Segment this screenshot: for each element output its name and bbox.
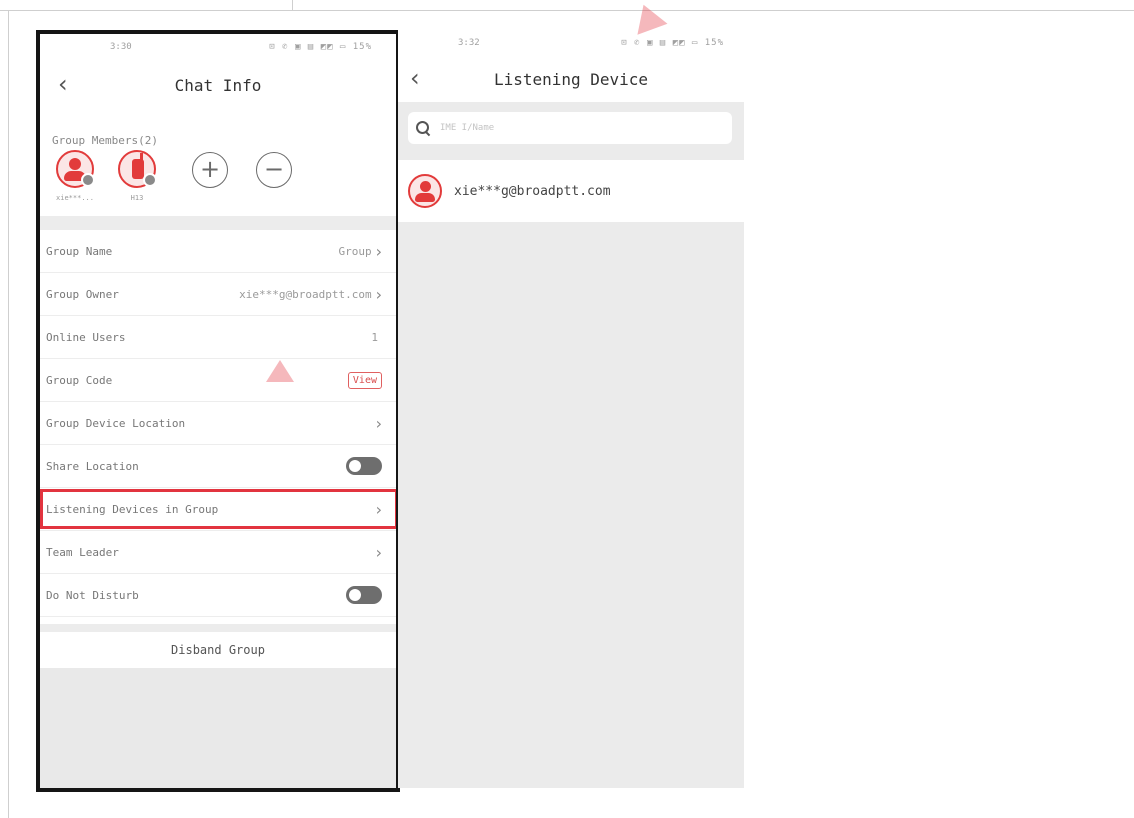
row-label: Group Code [46, 373, 113, 387]
section-divider [40, 216, 396, 230]
row-label: Team Leader [46, 545, 119, 559]
member-avatar-user[interactable]: xie***... [50, 150, 100, 216]
list-item[interactable]: xie***g@broadptt.com [398, 160, 744, 222]
group-members-label: Group Members(2) [52, 134, 158, 147]
presence-dot [81, 173, 95, 187]
document-column-divider [292, 0, 293, 10]
remove-member-button[interactable]: − [256, 152, 292, 188]
member-name: xie***... [56, 194, 94, 202]
status-time: 3:32 [458, 38, 480, 48]
row-label: Group Owner [46, 287, 119, 301]
row-online-users: Online Users 1 [40, 316, 396, 359]
row-label: Do Not Disturb [46, 588, 139, 602]
presence-dot [143, 173, 157, 187]
row-label: Group Name [46, 244, 113, 258]
document-left-rule [8, 10, 9, 818]
chevron-right-icon: › [375, 499, 382, 519]
search-placeholder: IME I/Name [440, 123, 495, 133]
row-label: Group Device Location [46, 416, 186, 430]
row-listening-devices[interactable]: Listening Devices in Group › [40, 488, 396, 531]
settings-list: Group Name Group › Group Owner xie***g@b… [40, 230, 396, 617]
do-not-disturb-toggle[interactable] [346, 586, 382, 604]
member-avatar-radio[interactable]: H13 [112, 150, 162, 216]
view-code-button[interactable]: View [347, 371, 382, 389]
nav-bar: ‹ Chat Info [40, 68, 396, 104]
row-value: 1 [371, 330, 378, 344]
chevron-right-icon: › [375, 542, 382, 562]
radio-device-icon [118, 150, 157, 188]
chevron-right-icon: › [375, 284, 382, 304]
row-group-device-location[interactable]: Group Device Location › [40, 402, 396, 445]
row-group-owner[interactable]: Group Owner xie***g@broadptt.com › [40, 273, 396, 316]
listening-device-screen: 3:32 ⊡ ✆ ▣ ▤ ◩◩ ▭ 15% ‹ Listening Device… [398, 30, 744, 788]
row-label: Listening Devices in Group [46, 502, 219, 516]
chevron-right-icon: › [375, 241, 382, 261]
share-location-toggle[interactable] [346, 457, 382, 475]
section-divider [40, 624, 396, 632]
row-group-name[interactable]: Group Name Group › [40, 230, 396, 273]
row-label: Online Users [46, 330, 126, 344]
chevron-right-icon: › [375, 413, 382, 433]
add-member-button[interactable]: + [192, 152, 228, 188]
row-label: Share Location [46, 459, 139, 473]
status-icons: ⊡ ✆ ▣ ▤ ◩◩ ▭ 15% [621, 38, 724, 48]
user-avatar-icon [56, 150, 95, 188]
member-name: H13 [130, 194, 144, 202]
chat-info-screen: 3:30 ⊡ ✆ ▣ ▤ ◩◩ ▭ 15% ‹ Chat Info Group … [36, 30, 400, 792]
device-name: xie***g@broadptt.com [454, 183, 611, 199]
row-do-not-disturb: Do Not Disturb [40, 574, 396, 617]
row-share-location: Share Location [40, 445, 396, 488]
search-input[interactable]: IME I/Name [408, 112, 732, 144]
page-title: Chat Info [174, 76, 262, 95]
document-top-rule [0, 0, 1134, 11]
nav-bar: ‹ Listening Device [398, 62, 744, 98]
row-value: xie***g@broadptt.com [239, 287, 372, 301]
status-time: 3:30 [110, 42, 132, 52]
page-title: Listening Device [493, 70, 649, 89]
status-icons: ⊡ ✆ ▣ ▤ ◩◩ ▭ 15% [269, 42, 372, 52]
status-bar: 3:30 ⊡ ✆ ▣ ▤ ◩◩ ▭ 15% [40, 42, 396, 56]
row-group-code: Group Code View [40, 359, 396, 402]
status-bar: 3:32 ⊡ ✆ ▣ ▤ ◩◩ ▭ 15% [398, 38, 744, 52]
empty-area [40, 668, 396, 788]
row-team-leader[interactable]: Team Leader › [40, 531, 396, 574]
disband-group-button[interactable]: Disband Group [40, 632, 396, 668]
row-value: Group [338, 244, 372, 258]
header-area: 3:32 ⊡ ✆ ▣ ▤ ◩◩ ▭ 15% ‹ Listening Device [398, 30, 744, 102]
search-icon [416, 121, 431, 137]
user-avatar-icon [408, 174, 442, 208]
